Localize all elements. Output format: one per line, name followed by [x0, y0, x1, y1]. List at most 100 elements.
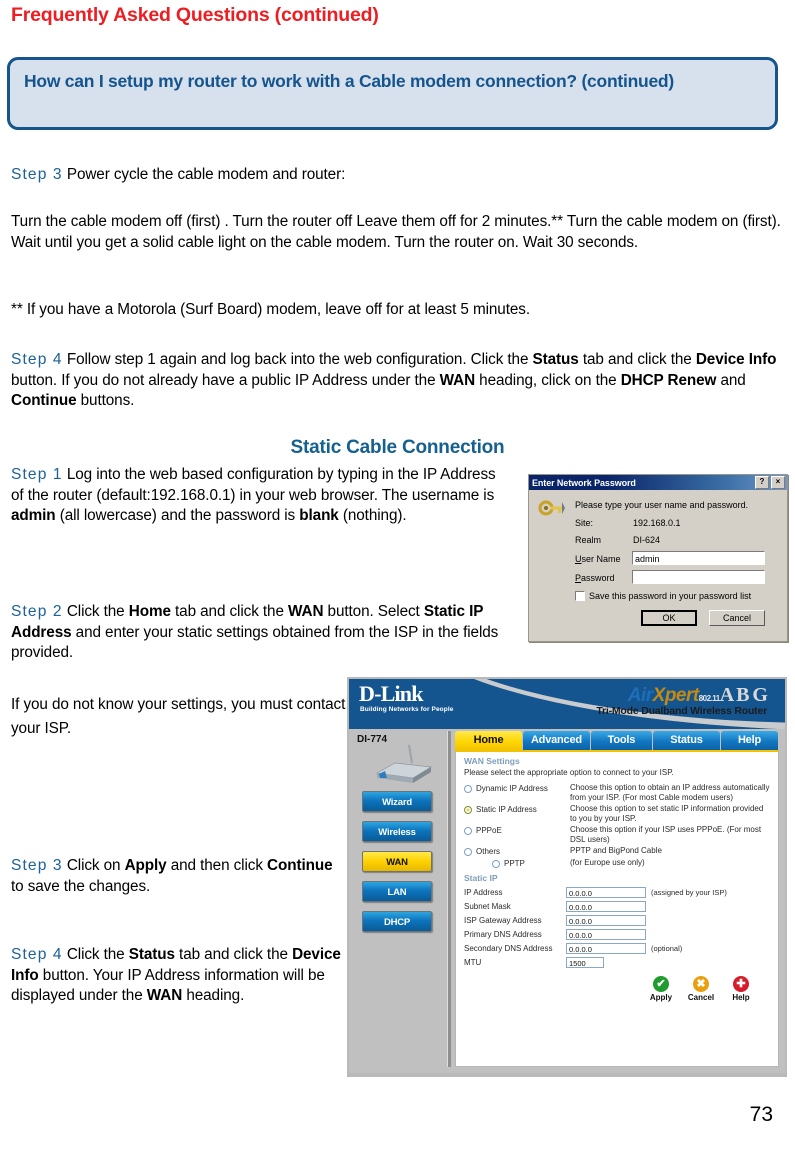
radio-button-icon[interactable] [492, 860, 500, 868]
step-label: Step 3 [11, 857, 63, 874]
apply-button[interactable]: ✔ Apply [646, 976, 676, 1002]
cancel-button[interactable]: Cancel [709, 610, 765, 626]
bold-dhcp-renew: DHCP Renew [620, 371, 717, 389]
save-password-label: Save this password in your password list [589, 591, 752, 601]
paragraph-step4-dhcp: Step 4 Follow step 1 again and log back … [11, 350, 789, 412]
dlink-logo: D-Link [359, 681, 423, 706]
ok-button[interactable]: OK [641, 610, 697, 626]
wan-option-row[interactable]: PPPoE Choose this option if your ISP uses… [464, 825, 770, 844]
wan-option-description: (for Europe use only) [570, 858, 645, 867]
bold-wan: WAN [439, 371, 476, 389]
tab-home[interactable]: Home [455, 731, 522, 750]
help-icon[interactable]: ? [755, 476, 769, 489]
username-input[interactable]: admin [632, 551, 765, 565]
text-fragment: heading, click on the [475, 371, 621, 389]
airxpert-logo: AirXpert802.11A B G Tri-Mode Dualband Wi… [596, 684, 768, 717]
page-number: 73 [749, 1103, 773, 1126]
paragraph-motorola-note: ** If you have a Motorola (Surf Board) m… [11, 301, 530, 318]
field-input-secondary-dns-address[interactable]: 0.0.0.0 [566, 943, 646, 954]
field-row: MTU 1500 [464, 957, 770, 968]
radio-button-icon[interactable] [464, 806, 472, 814]
apply-icon[interactable]: ✔ [653, 976, 669, 992]
help-icon[interactable]: ✚ [733, 976, 749, 992]
wan-option-list: Dynamic IP Address Choose this option to … [464, 783, 770, 868]
field-row: Subnet Mask 0.0.0.0 [464, 901, 770, 912]
field-label: ISP Gateway Address [464, 916, 542, 925]
question-text: How can I setup my router to work with a… [24, 71, 674, 91]
wan-option-control[interactable]: Others [464, 846, 570, 856]
tab-advanced[interactable]: Advanced [522, 731, 590, 750]
sidebar-button-dhcp[interactable]: DHCP [362, 911, 432, 932]
checkbox-icon[interactable] [575, 591, 585, 601]
cancel-button[interactable]: ✖ Cancel [686, 976, 716, 1002]
router-header: D-Link Building Networks for People AirX… [349, 679, 785, 729]
wan-option-row[interactable]: Dynamic IP Address Choose this option to … [464, 783, 770, 802]
sidebar-button-wireless[interactable]: Wireless [362, 821, 432, 842]
paragraph-step3-apply: Step 3 Click on Apply and then click Con… [11, 856, 341, 897]
bold-status: Status [532, 351, 579, 368]
wan-option-row[interactable]: Others PPTP and BigPond Cable [464, 846, 770, 856]
bold-wan: WAN [288, 603, 324, 620]
field-input-mtu[interactable]: 1500 [566, 957, 604, 968]
help-button[interactable]: ✚ Help [726, 976, 756, 1002]
bold-home: Home [128, 603, 171, 620]
field-label: Subnet Mask [464, 902, 511, 911]
field-label: IP Address [464, 888, 503, 897]
tab-help[interactable]: Help [720, 731, 779, 750]
wan-option-row[interactable]: Static IP Address Choose this option to s… [464, 804, 770, 823]
wan-option-control[interactable]: Static IP Address [464, 804, 570, 823]
paragraph-step2-wan: Step 2 Click the Home tab and click the … [11, 602, 516, 664]
bold-admin: admin [11, 507, 56, 524]
wan-option-label: Others [476, 847, 501, 856]
page-title: Frequently Asked Questions (continued) [11, 4, 379, 26]
field-input-ip-address[interactable]: 0.0.0.0 [566, 887, 646, 898]
text-fragment: Follow step 1 again and log back into th… [62, 351, 533, 368]
router-ui-inner: D-Link Building Networks for People AirX… [349, 679, 785, 1073]
router-tab-bar: Home Advanced Tools Status Help [455, 731, 779, 750]
product-subtitle: Tri-Mode Dualband Wireless Router [596, 705, 767, 717]
step-label: Step 4 [11, 351, 63, 368]
radio-button-icon[interactable] [464, 827, 472, 835]
field-row: Primary DNS Address 0.0.0.0 [464, 929, 770, 940]
bold-status: Status [128, 946, 175, 963]
cancel-icon[interactable]: ✖ [693, 976, 709, 992]
wan-option-control[interactable]: PPPoE [464, 825, 570, 844]
field-row: ISP Gateway Address 0.0.0.0 [464, 915, 770, 926]
radio-button-icon[interactable] [464, 785, 472, 793]
save-password-checkbox-row[interactable]: Save this password in your password list [575, 591, 751, 601]
bold-wan: WAN [146, 987, 183, 1004]
dialog-title: Enter Network Password [532, 477, 636, 488]
radio-button-icon[interactable] [464, 848, 472, 856]
site-label: Site: [575, 518, 594, 528]
wan-option-description: Choose this option to obtain an IP addre… [570, 783, 770, 802]
wan-option-row[interactable]: PPTP (for Europe use only) [464, 858, 770, 868]
airxpert-wordmark: AirXpert802.11A B G [596, 684, 768, 707]
password-input[interactable] [632, 570, 765, 584]
field-input-subnet-mask[interactable]: 0.0.0.0 [566, 901, 646, 912]
site-value: 192.168.0.1 [633, 518, 681, 528]
field-note: (optional) [651, 944, 683, 953]
text-fragment: tab and click the [170, 603, 289, 620]
text-fragment: Click on [62, 857, 125, 874]
sidebar-button-wizard[interactable]: Wizard [362, 791, 432, 812]
wan-option-control[interactable]: PPTP [464, 858, 570, 868]
field-input-isp-gateway-address[interactable]: 0.0.0.0 [566, 915, 646, 926]
sidebar-button-lan[interactable]: LAN [362, 881, 432, 902]
step-label: Step 3 [11, 166, 63, 183]
cancel-label: Cancel [687, 993, 715, 1002]
wan-option-control[interactable]: Dynamic IP Address [464, 783, 570, 802]
manual-page: Frequently Asked Questions (continued) H… [0, 0, 795, 1150]
step-label: Step 2 [11, 603, 63, 620]
tab-status[interactable]: Status [652, 731, 720, 750]
text-fragment: tab and click the [578, 351, 696, 368]
close-icon[interactable]: × [771, 476, 785, 489]
tab-tools[interactable]: Tools [590, 731, 652, 750]
field-row: IP Address 0.0.0.0 (assigned by your ISP) [464, 887, 770, 898]
router-action-buttons: ✔ Apply ✖ Cancel ✚ Help [464, 976, 770, 1002]
field-input-primary-dns-address[interactable]: 0.0.0.0 [566, 929, 646, 940]
wan-option-label: PPPoE [476, 826, 502, 835]
field-row: Secondary DNS Address 0.0.0.0 (optional) [464, 943, 770, 954]
field-label: Primary DNS Address [464, 930, 542, 939]
sidebar-button-wan[interactable]: WAN [362, 851, 432, 872]
realm-label: Realm [575, 535, 602, 545]
